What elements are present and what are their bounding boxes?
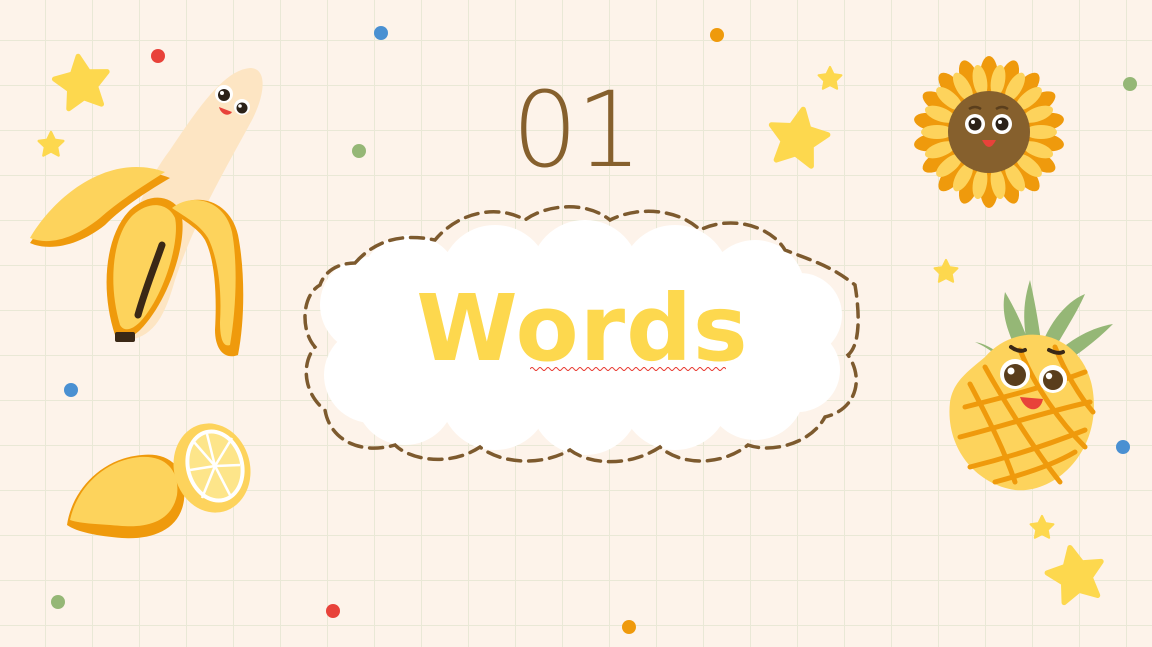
star-icon bbox=[1043, 542, 1108, 605]
slide-number: 01 bbox=[511, 69, 642, 191]
pineapple-icon bbox=[949, 280, 1113, 491]
spellcheck-underline bbox=[530, 367, 726, 371]
slide-title[interactable]: Words bbox=[300, 283, 865, 375]
star-icon bbox=[1029, 514, 1055, 539]
lemon-icon bbox=[67, 423, 251, 539]
